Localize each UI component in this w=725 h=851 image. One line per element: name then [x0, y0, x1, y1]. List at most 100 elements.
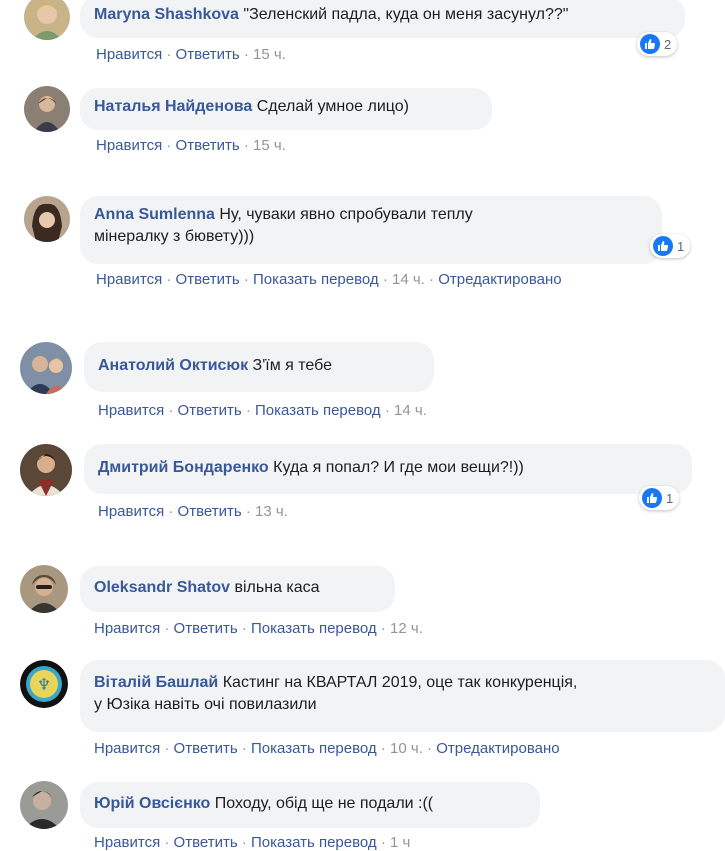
- timestamp[interactable]: 15 ч.: [253, 46, 286, 63]
- comment-author[interactable]: Дмитрий Бондаренко: [98, 459, 269, 476]
- comment-text: вільна каса: [234, 579, 320, 596]
- separator: ·: [164, 740, 170, 757]
- comment-author[interactable]: Віталій Башлай: [94, 674, 218, 691]
- avatar[interactable]: [20, 342, 72, 394]
- reply-link[interactable]: Ответить: [174, 620, 238, 637]
- comment-bubble: Віталій Башлай Кастинг на КВАРТАЛ 2019, …: [80, 660, 725, 732]
- reaction-number: 1: [666, 490, 674, 506]
- separator: ·: [241, 740, 247, 757]
- svg-text:♆: ♆: [37, 675, 51, 694]
- comment-text: Сделай умное лицо): [256, 98, 409, 115]
- avatar[interactable]: [24, 0, 70, 40]
- reaction-number: 2: [664, 36, 672, 52]
- reply-link[interactable]: Ответить: [178, 503, 242, 520]
- like-link[interactable]: Нравится: [94, 834, 160, 851]
- separator: ·: [380, 620, 386, 637]
- edited-label[interactable]: Отредактировано: [436, 740, 559, 757]
- comment-author[interactable]: Анатолий Октисюк: [98, 357, 248, 374]
- timestamp[interactable]: 15 ч.: [253, 137, 286, 154]
- comment-author[interactable]: Oleksandr Shatov: [94, 579, 230, 596]
- like-icon: [642, 488, 662, 508]
- separator: ·: [243, 271, 249, 288]
- edited-label[interactable]: Отредактировано: [438, 271, 561, 288]
- translate-link[interactable]: Показать перевод: [251, 740, 377, 757]
- timestamp[interactable]: 10 ч.: [390, 740, 423, 757]
- comment-text: Кастинг на КВАРТАЛ 2019, оце так конкуре…: [222, 674, 578, 691]
- translate-link[interactable]: Показать перевод: [255, 402, 381, 419]
- separator: ·: [243, 137, 249, 154]
- avatar[interactable]: [24, 196, 70, 242]
- comment-bubble: Maryna Shashkova "Зеленский падла, куда …: [80, 0, 685, 38]
- separator: ·: [168, 503, 174, 520]
- timestamp[interactable]: 14 ч.: [394, 402, 427, 419]
- like-icon: [653, 236, 673, 256]
- timestamp[interactable]: 1 ч: [390, 834, 410, 851]
- reply-link[interactable]: Ответить: [174, 740, 238, 757]
- separator: ·: [164, 620, 170, 637]
- reply-link[interactable]: Ответить: [176, 137, 240, 154]
- comment-author[interactable]: Юрій Овсієнко: [94, 795, 210, 812]
- avatar[interactable]: ♆: [20, 660, 68, 708]
- like-link[interactable]: Нравится: [94, 620, 160, 637]
- reply-link[interactable]: Ответить: [178, 402, 242, 419]
- reaction-count[interactable]: 1: [639, 486, 680, 510]
- separator: ·: [245, 402, 251, 419]
- like-link[interactable]: Нравится: [96, 137, 162, 154]
- comment-author[interactable]: Anna Sumlenna: [94, 206, 215, 223]
- reply-link[interactable]: Ответить: [176, 46, 240, 63]
- reply-link[interactable]: Ответить: [174, 834, 238, 851]
- like-link[interactable]: Нравится: [94, 740, 160, 757]
- comment-actions: Нравится · Ответить · Показать перевод ·…: [94, 620, 423, 637]
- avatar[interactable]: [24, 86, 70, 132]
- reaction-count[interactable]: 2: [637, 32, 678, 56]
- like-icon: [640, 34, 660, 54]
- comment-text: З'їм я тебе: [252, 357, 333, 374]
- separator: ·: [168, 402, 174, 419]
- comment-bubble: Анатолий Октисюк З'їм я тебе: [84, 342, 434, 392]
- comment-actions: Нравится · Ответить · Показать перевод ·…: [94, 834, 410, 851]
- comment-text: Куда я попал? И где мои вещи?!)): [273, 459, 524, 476]
- comment-author[interactable]: Наталья Найденова: [94, 98, 252, 115]
- translate-link[interactable]: Показать перевод: [253, 271, 379, 288]
- comment-author[interactable]: Maryna Shashkova: [94, 6, 239, 23]
- comment-actions: Нравится · Ответить · Показать перевод ·…: [96, 271, 562, 288]
- separator: ·: [166, 46, 172, 63]
- like-link[interactable]: Нравится: [96, 46, 162, 63]
- comment-bubble: Anna Sumlenna Ну, чуваки явно спробували…: [80, 196, 662, 264]
- comment-actions: Нравится · Ответить · Показать перевод ·…: [98, 402, 427, 419]
- separator: ·: [241, 620, 247, 637]
- separator: ·: [384, 402, 390, 419]
- timestamp[interactable]: 14 ч.: [392, 271, 425, 288]
- comment-bubble: Юрій Овсієнко Походу, обід ще не подали …: [80, 782, 540, 828]
- comment-actions: Нравится · Ответить · 15 ч.: [96, 46, 286, 63]
- separator: ·: [166, 271, 172, 288]
- separator: ·: [164, 834, 170, 851]
- separator: ·: [380, 834, 386, 851]
- comment-actions: Нравится · Ответить · 15 ч.: [96, 137, 286, 154]
- avatar[interactable]: [20, 565, 68, 613]
- avatar[interactable]: [20, 781, 68, 829]
- comment-text: мінералку з бювету))): [94, 228, 255, 245]
- comment-text: Ну, чуваки явно спробували теплу: [219, 206, 473, 223]
- separator: ·: [427, 740, 433, 757]
- timestamp[interactable]: 13 ч.: [255, 503, 288, 520]
- separator: ·: [429, 271, 435, 288]
- reply-link[interactable]: Ответить: [176, 271, 240, 288]
- comment-bubble: Дмитрий Бондаренко Куда я попал? И где м…: [84, 444, 692, 494]
- reaction-count[interactable]: 1: [650, 234, 691, 258]
- comment-bubble: Наталья Найденова Сделай умное лицо): [80, 88, 492, 130]
- comment-bubble: Oleksandr Shatov вільна каса: [80, 566, 395, 612]
- avatar[interactable]: [20, 444, 72, 496]
- like-link[interactable]: Нравится: [98, 503, 164, 520]
- separator: ·: [166, 137, 172, 154]
- separator: ·: [245, 503, 251, 520]
- translate-link[interactable]: Показать перевод: [251, 834, 377, 851]
- separator: ·: [241, 834, 247, 851]
- timestamp[interactable]: 12 ч.: [390, 620, 423, 637]
- separator: ·: [382, 271, 388, 288]
- translate-link[interactable]: Показать перевод: [251, 620, 377, 637]
- like-link[interactable]: Нравится: [98, 402, 164, 419]
- comment-text: "Зеленский падла, куда он меня засунул??…: [243, 6, 569, 23]
- like-link[interactable]: Нравится: [96, 271, 162, 288]
- reaction-number: 1: [677, 238, 685, 254]
